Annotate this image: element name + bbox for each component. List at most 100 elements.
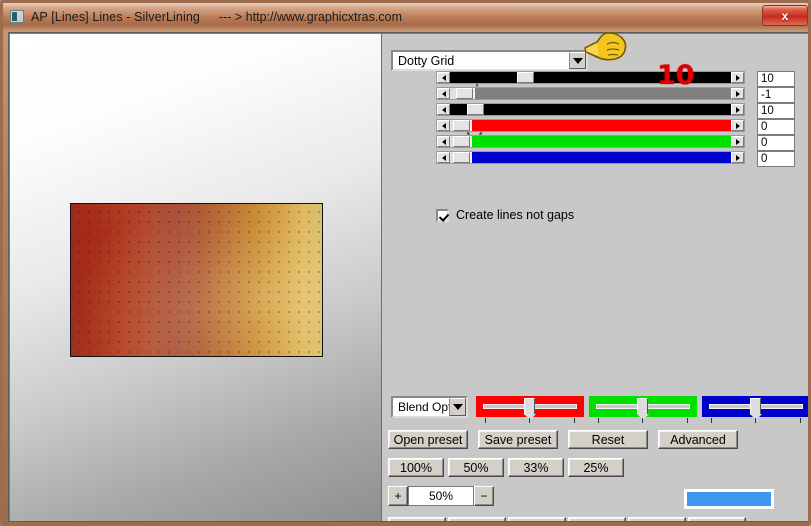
- slider-gap[interactable]: [436, 71, 745, 84]
- slider-gap-value[interactable]: 10: [757, 71, 795, 87]
- slider-color-green-fill-right: [472, 136, 731, 147]
- chevron-down-icon[interactable]: [449, 398, 466, 416]
- trackbar-red-thumb[interactable]: [524, 398, 536, 420]
- slider-color-blue-value[interactable]: 0: [757, 151, 795, 167]
- slider-color-red-decrement[interactable]: [437, 120, 450, 131]
- trackbar-green-thumb[interactable]: [637, 398, 649, 420]
- slider-color-red-thumb[interactable]: [452, 120, 470, 131]
- slider-color-green-track[interactable]: [450, 136, 731, 147]
- chevron-down-icon[interactable]: [569, 52, 586, 69]
- slider-cutoff-fill-right: [475, 88, 731, 99]
- preview-pane[interactable]: [10, 34, 382, 521]
- trackbar-blue-tick: [755, 418, 756, 423]
- slider-color-red-value[interactable]: 0: [757, 119, 795, 135]
- slider-color-red-fill-right: [472, 120, 731, 131]
- slider-line-fill-left: [450, 104, 467, 115]
- zoom-stepper[interactable]: + 50% −: [388, 486, 494, 506]
- slider-color-red[interactable]: [436, 119, 745, 132]
- slider-gap-fill-right: [534, 72, 731, 83]
- slider-color-blue-fill-right: [472, 152, 731, 163]
- open-preset-button[interactable]: Open preset: [388, 430, 468, 449]
- color-button-label: Color: [582, 521, 612, 522]
- window-title: AP [Lines] Lines - SilverLining: [31, 9, 200, 24]
- trackbar-green[interactable]: [589, 396, 697, 423]
- slider-cutoff-value[interactable]: -1: [757, 87, 795, 103]
- trackbar-blue-tick: [800, 418, 801, 423]
- slider-color-blue-track[interactable]: [450, 152, 731, 163]
- blend-options-combobox[interactable]: Blend Opti: [391, 396, 468, 418]
- slider-gap-increment[interactable]: [731, 72, 744, 83]
- slider-gap-decrement[interactable]: [437, 72, 450, 83]
- ok-button-label: OK: [408, 521, 426, 522]
- color-button[interactable]: Color: [568, 517, 626, 522]
- trackbar-green-tick: [642, 418, 643, 423]
- preview-image[interactable]: [70, 203, 323, 357]
- slider-gap-track[interactable]: [450, 72, 731, 83]
- trackbar-red[interactable]: [476, 396, 584, 423]
- slider-cutoff[interactable]: [436, 87, 745, 100]
- slider-line-decrement[interactable]: [437, 104, 450, 115]
- zoom-25-button[interactable]: 25%: [568, 458, 624, 477]
- slider-gap-fill-left: [450, 72, 518, 83]
- trackbar-blue-tick: [711, 418, 712, 423]
- slider-color-blue-increment[interactable]: [731, 152, 744, 163]
- mode-button-label: Mode: [701, 521, 732, 522]
- trackbar-blue-thumb[interactable]: [750, 398, 762, 420]
- slider-color-blue[interactable]: [436, 151, 745, 164]
- title-bar: AP [Lines] Lines - SilverLining --- > ht…: [3, 3, 808, 30]
- slider-color-green-increment[interactable]: [731, 136, 744, 147]
- color-swatch[interactable]: [684, 489, 774, 509]
- create-lines-not-gaps-checkbox[interactable]: Create lines not gaps: [436, 208, 574, 222]
- save-preset-button[interactable]: Save preset: [478, 430, 558, 449]
- controls-pane: Dotty Grid Gap: 10 Cutoff:: [382, 34, 808, 522]
- effect-preset-value: Dotty Grid: [398, 53, 455, 68]
- trackbar-red-tick: [485, 418, 486, 423]
- xtreme-button[interactable]: Xtreme: [508, 517, 566, 522]
- preview-dotty-grid-overlay: [71, 204, 322, 356]
- ok-button[interactable]: OK: [388, 517, 446, 522]
- window-title-url: --- > http://www.graphicxtras.com: [218, 9, 402, 24]
- slider-line-track[interactable]: [450, 104, 731, 115]
- trackbar-green-tick: [598, 418, 599, 423]
- effect-preset-combobox[interactable]: Dotty Grid: [391, 50, 588, 71]
- mode-button[interactable]: Mode: [688, 517, 746, 522]
- slider-line[interactable]: [436, 103, 745, 116]
- slider-color-blue-thumb[interactable]: [452, 152, 470, 163]
- create-lines-not-gaps-label: Create lines not gaps: [456, 208, 575, 222]
- zoom-decrease-button[interactable]: −: [474, 486, 494, 506]
- slider-color-green-value[interactable]: 0: [757, 135, 795, 151]
- app-window-icon: [10, 10, 24, 23]
- slider-color-blue-decrement[interactable]: [437, 152, 450, 163]
- zoom-100-button[interactable]: 100%: [388, 458, 444, 477]
- slider-color-green[interactable]: [436, 135, 745, 148]
- slider-cutoff-decrement[interactable]: [437, 88, 450, 99]
- cancel-button[interactable]: Cancel: [448, 517, 506, 522]
- slider-color-green-thumb[interactable]: [452, 136, 470, 147]
- zoom-50-button[interactable]: 50%: [448, 458, 504, 477]
- cancel-button-label: Cancel: [458, 521, 497, 522]
- slider-cutoff-thumb[interactable]: [455, 88, 473, 99]
- advanced-button[interactable]: Advanced: [658, 430, 738, 449]
- application-window: AP [Lines] Lines - SilverLining --- > ht…: [0, 0, 811, 526]
- slider-line-thumb[interactable]: [466, 104, 484, 115]
- reset-button[interactable]: Reset: [568, 430, 648, 449]
- slider-gap-thumb[interactable]: [517, 72, 535, 83]
- slider-cutoff-track[interactable]: [450, 88, 731, 99]
- slider-color-red-track[interactable]: [450, 120, 731, 131]
- client-area: Dotty Grid Gap: 10 Cutoff:: [8, 32, 808, 522]
- blend-button[interactable]: Blend: [628, 517, 686, 522]
- xtreme-button-label: Xtreme: [517, 521, 557, 522]
- slider-line-value[interactable]: 10: [757, 103, 795, 119]
- slider-color-red-increment[interactable]: [731, 120, 744, 131]
- slider-color-green-decrement[interactable]: [437, 136, 450, 147]
- slider-cutoff-increment[interactable]: [731, 88, 744, 99]
- zoom-33-button[interactable]: 33%: [508, 458, 564, 477]
- trackbar-green-tick: [687, 418, 688, 423]
- slider-line-fill-right: [483, 104, 731, 115]
- zoom-increase-button[interactable]: +: [388, 486, 408, 506]
- slider-line-increment[interactable]: [731, 104, 744, 115]
- zoom-level-value: 50%: [408, 486, 474, 506]
- trackbar-blue[interactable]: [702, 396, 808, 423]
- close-button[interactable]: x: [762, 5, 808, 26]
- blend-button-label: Blend: [641, 521, 673, 522]
